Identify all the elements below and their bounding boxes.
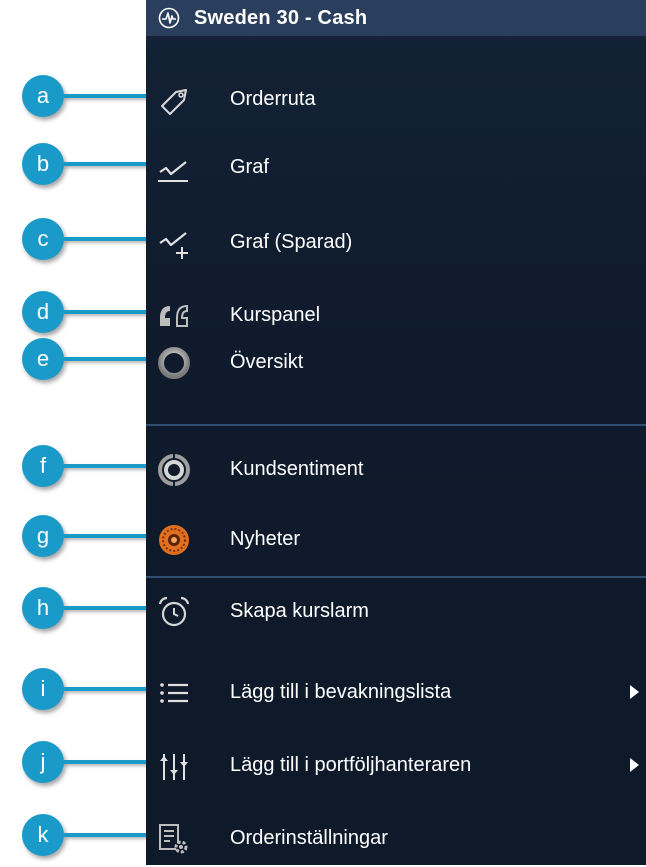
menu-item-label: Kurspanel bbox=[230, 304, 321, 326]
menu-item-orderinstallningar[interactable]: Orderinställningar bbox=[146, 807, 646, 867]
chart-line-plus-icon bbox=[159, 232, 188, 259]
sentiment-ring-icon bbox=[158, 454, 190, 486]
tag-icon bbox=[161, 89, 187, 115]
callout-g: g bbox=[22, 515, 64, 557]
menu-item-portfoljhanteraren[interactable]: Lägg till i portföljhanteraren bbox=[146, 734, 646, 794]
pulse-circle-icon bbox=[158, 7, 180, 29]
menu-item-label: Graf (Sparad) bbox=[230, 231, 353, 253]
callout-i: i bbox=[22, 668, 64, 710]
callout-a: a bbox=[22, 75, 64, 117]
menu-item-label: Översikt bbox=[230, 351, 304, 373]
menu-item-skapa-kurslarm[interactable]: Skapa kurslarm bbox=[146, 580, 646, 640]
alarm-clock-icon bbox=[158, 596, 190, 627]
menu-header: Sweden 30 - Cash bbox=[146, 0, 646, 36]
menu-divider bbox=[146, 576, 646, 578]
menu-item-graf[interactable]: Graf bbox=[146, 136, 646, 196]
connector-b bbox=[64, 162, 152, 166]
callout-e: e bbox=[22, 338, 64, 380]
settings-document-icon bbox=[159, 824, 188, 854]
news-burst-icon bbox=[159, 525, 189, 555]
menu-item-graf-sparad[interactable]: Graf (Sparad) bbox=[146, 211, 646, 271]
callout-b: b bbox=[22, 143, 64, 185]
menu-divider bbox=[146, 424, 646, 426]
submenu-arrow-icon bbox=[630, 685, 639, 699]
connector-d bbox=[64, 310, 152, 314]
connector-a bbox=[64, 94, 152, 98]
ring-icon bbox=[158, 347, 190, 379]
menu-item-label: Orderinställningar bbox=[230, 827, 388, 849]
connector-i bbox=[64, 687, 152, 691]
menu-item-bevakningslista[interactable]: Lägg till i bevakningslista bbox=[146, 661, 646, 721]
menu-item-label: Lägg till i portföljhanteraren bbox=[230, 754, 472, 776]
instrument-title: Sweden 30 - Cash bbox=[194, 7, 368, 29]
callout-k: k bbox=[22, 814, 64, 856]
menu-item-label: Orderruta bbox=[230, 88, 316, 110]
sliders-icon bbox=[160, 754, 188, 780]
menu-item-label: Nyheter bbox=[230, 528, 301, 550]
callout-c: c bbox=[22, 218, 64, 260]
menu-item-nyheter[interactable]: Nyheter bbox=[146, 508, 646, 568]
connector-e bbox=[64, 357, 152, 361]
callout-j: j bbox=[22, 741, 64, 783]
connector-h bbox=[64, 606, 152, 610]
list-icon bbox=[160, 683, 188, 703]
menu-item-label: Graf bbox=[230, 156, 269, 178]
quote-icon bbox=[160, 304, 188, 327]
context-menu: Sweden 30 - Cash Orderruta Graf Graf (Sp… bbox=[146, 0, 646, 865]
callout-d: d bbox=[22, 291, 64, 333]
connector-j bbox=[64, 760, 152, 764]
callout-h: h bbox=[22, 587, 64, 629]
connector-g bbox=[64, 534, 152, 538]
submenu-arrow-icon bbox=[630, 758, 639, 772]
menu-item-kundsentiment[interactable]: Kundsentiment bbox=[146, 438, 646, 498]
menu-item-label: Lägg till i bevakningslista bbox=[230, 681, 452, 703]
connector-f bbox=[64, 464, 152, 468]
menu-item-label: Kundsentiment bbox=[230, 458, 364, 480]
callout-f: f bbox=[22, 445, 64, 487]
connector-k bbox=[64, 833, 152, 837]
menu-item-oversikt[interactable]: Översikt bbox=[146, 331, 646, 391]
chart-line-icon bbox=[158, 161, 188, 182]
connector-c bbox=[64, 237, 152, 241]
menu-item-label: Skapa kurslarm bbox=[230, 600, 369, 622]
menu-item-orderruta[interactable]: Orderruta bbox=[146, 68, 646, 128]
